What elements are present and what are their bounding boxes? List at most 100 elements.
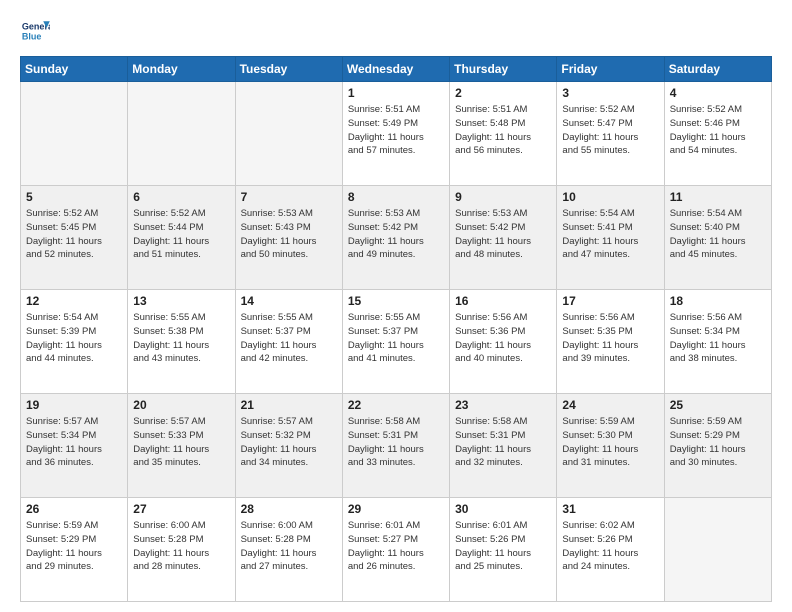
weekday-header-sunday: Sunday xyxy=(21,57,128,82)
day-info: Sunrise: 5:54 AM Sunset: 5:40 PM Dayligh… xyxy=(670,207,766,262)
weekday-header-thursday: Thursday xyxy=(450,57,557,82)
day-number: 27 xyxy=(133,502,229,516)
day-cell: 21Sunrise: 5:57 AM Sunset: 5:32 PM Dayli… xyxy=(235,394,342,498)
day-cell: 30 Sunrise: 6:01 AM Sunset: 5:26 PM Dayli… xyxy=(450,498,557,602)
day-info: Sunrise: 5:53 AM Sunset: 5:42 PM Dayligh… xyxy=(348,207,444,262)
day-cell: 16 Sunrise: 5:56 AM Sunset: 5:36 PM Dayli… xyxy=(450,290,557,394)
day-info: Sunrise: 5:58 AM Sunset: 5:31 PM Dayligh… xyxy=(348,415,444,470)
day-info: Sunrise: 5:56 AM Sunset: 5:36 PM Dayligh… xyxy=(455,311,551,366)
day-number: 8 xyxy=(348,190,444,204)
calendar: SundayMondayTuesdayWednesdayThursdayFrid… xyxy=(20,56,772,602)
day-info: Sunrise: 5:55 AM Sunset: 5:37 PM Dayligh… xyxy=(241,311,337,366)
day-info: Sunrise: 5:52 AM Sunset: 5:46 PM Dayligh… xyxy=(670,103,766,158)
day-info: Sunrise: 5:52 AM Sunset: 5:47 PM Dayligh… xyxy=(562,103,658,158)
day-info: Sunrise: 5:57 AM Sunset: 5:33 PM Dayligh… xyxy=(133,415,229,470)
day-info: Sunrise: 5:59 AM Sunset: 5:30 PM Dayligh… xyxy=(562,415,658,470)
day-cell: 5 Sunrise: 5:52 AM Sunset: 5:45 PM Daylig… xyxy=(21,186,128,290)
week-row-2: 12 Sunrise: 5:54 AM Sunset: 5:39 PM Dayli… xyxy=(21,290,772,394)
day-number: 6 xyxy=(133,190,229,204)
day-cell: 11 Sunrise: 5:54 AM Sunset: 5:40 PM Dayli… xyxy=(664,186,771,290)
day-cell: 17 Sunrise: 5:56 AM Sunset: 5:35 PM Dayli… xyxy=(557,290,664,394)
day-number: 13 xyxy=(133,294,229,308)
day-info: Sunrise: 5:58 AM Sunset: 5:31 PM Dayligh… xyxy=(455,415,551,470)
day-info: Sunrise: 5:56 AM Sunset: 5:35 PM Dayligh… xyxy=(562,311,658,366)
day-cell xyxy=(664,498,771,602)
day-cell: 31 Sunrise: 6:02 AM Sunset: 5:26 PM Dayli… xyxy=(557,498,664,602)
day-info: Sunrise: 5:54 AM Sunset: 5:39 PM Dayligh… xyxy=(26,311,122,366)
day-cell: 9 Sunrise: 5:53 AM Sunset: 5:42 PM Daylig… xyxy=(450,186,557,290)
day-cell xyxy=(21,82,128,186)
day-cell xyxy=(128,82,235,186)
day-number: 16 xyxy=(455,294,551,308)
day-number: 7 xyxy=(241,190,337,204)
day-info: Sunrise: 6:00 AM Sunset: 5:28 PM Dayligh… xyxy=(133,519,229,574)
day-cell: 10Sunrise: 5:54 AM Sunset: 5:41 PM Dayli… xyxy=(557,186,664,290)
day-cell xyxy=(235,82,342,186)
day-info: Sunrise: 5:59 AM Sunset: 5:29 PM Dayligh… xyxy=(670,415,766,470)
day-info: Sunrise: 5:52 AM Sunset: 5:44 PM Dayligh… xyxy=(133,207,229,262)
day-info: Sunrise: 6:00 AM Sunset: 5:28 PM Dayligh… xyxy=(241,519,337,574)
weekday-header-wednesday: Wednesday xyxy=(342,57,449,82)
day-info: Sunrise: 5:51 AM Sunset: 5:49 PM Dayligh… xyxy=(348,103,444,158)
day-info: Sunrise: 5:52 AM Sunset: 5:45 PM Dayligh… xyxy=(26,207,122,262)
day-cell: 8 Sunrise: 5:53 AM Sunset: 5:42 PM Daylig… xyxy=(342,186,449,290)
day-number: 3 xyxy=(562,86,658,100)
day-cell: 20 Sunrise: 5:57 AM Sunset: 5:33 PM Dayli… xyxy=(128,394,235,498)
day-number: 17 xyxy=(562,294,658,308)
day-info: Sunrise: 5:56 AM Sunset: 5:34 PM Dayligh… xyxy=(670,311,766,366)
logo: General Blue xyxy=(20,18,50,46)
weekday-header-monday: Monday xyxy=(128,57,235,82)
day-cell: 29 Sunrise: 6:01 AM Sunset: 5:27 PM Dayli… xyxy=(342,498,449,602)
day-info: Sunrise: 5:53 AM Sunset: 5:43 PM Dayligh… xyxy=(241,207,337,262)
weekday-header-saturday: Saturday xyxy=(664,57,771,82)
week-row-1: 5 Sunrise: 5:52 AM Sunset: 5:45 PM Daylig… xyxy=(21,186,772,290)
day-cell: 3 Sunrise: 5:52 AM Sunset: 5:47 PM Daylig… xyxy=(557,82,664,186)
day-info: Sunrise: 5:57 AM Sunset: 5:32 PM Dayligh… xyxy=(241,415,337,470)
day-number: 28 xyxy=(241,502,337,516)
page: General Blue SundayMondayTuesdayWednesda… xyxy=(0,0,792,612)
day-cell: 1 Sunrise: 5:51 AM Sunset: 5:49 PM Daylig… xyxy=(342,82,449,186)
day-number: 12 xyxy=(26,294,122,308)
day-cell: 14 Sunrise: 5:55 AM Sunset: 5:37 PM Dayli… xyxy=(235,290,342,394)
day-number: 30 xyxy=(455,502,551,516)
day-number: 11 xyxy=(670,190,766,204)
day-number: 10 xyxy=(562,190,658,204)
day-info: Sunrise: 5:55 AM Sunset: 5:37 PM Dayligh… xyxy=(348,311,444,366)
day-info: Sunrise: 6:01 AM Sunset: 5:26 PM Dayligh… xyxy=(455,519,551,574)
day-cell: 13 Sunrise: 5:55 AM Sunset: 5:38 PM Dayli… xyxy=(128,290,235,394)
day-info: Sunrise: 5:57 AM Sunset: 5:34 PM Dayligh… xyxy=(26,415,122,470)
weekday-header-row: SundayMondayTuesdayWednesdayThursdayFrid… xyxy=(21,57,772,82)
week-row-4: 26Sunrise: 5:59 AM Sunset: 5:29 PM Dayli… xyxy=(21,498,772,602)
day-cell: 4Sunrise: 5:52 AM Sunset: 5:46 PM Daylig… xyxy=(664,82,771,186)
day-number: 14 xyxy=(241,294,337,308)
week-row-0: 1 Sunrise: 5:51 AM Sunset: 5:49 PM Daylig… xyxy=(21,82,772,186)
day-number: 9 xyxy=(455,190,551,204)
day-number: 2 xyxy=(455,86,551,100)
day-cell: 19 Sunrise: 5:57 AM Sunset: 5:34 PM Dayli… xyxy=(21,394,128,498)
day-number: 5 xyxy=(26,190,122,204)
day-number: 20 xyxy=(133,398,229,412)
day-cell: 15 Sunrise: 5:55 AM Sunset: 5:37 PM Dayli… xyxy=(342,290,449,394)
day-number: 26 xyxy=(26,502,122,516)
day-info: Sunrise: 6:01 AM Sunset: 5:27 PM Dayligh… xyxy=(348,519,444,574)
day-number: 1 xyxy=(348,86,444,100)
weekday-header-tuesday: Tuesday xyxy=(235,57,342,82)
day-number: 15 xyxy=(348,294,444,308)
day-number: 31 xyxy=(562,502,658,516)
day-number: 23 xyxy=(455,398,551,412)
day-number: 19 xyxy=(26,398,122,412)
day-info: Sunrise: 5:55 AM Sunset: 5:38 PM Dayligh… xyxy=(133,311,229,366)
day-cell: 24 Sunrise: 5:59 AM Sunset: 5:30 PM Dayli… xyxy=(557,394,664,498)
day-number: 18 xyxy=(670,294,766,308)
day-number: 22 xyxy=(348,398,444,412)
day-info: Sunrise: 5:53 AM Sunset: 5:42 PM Dayligh… xyxy=(455,207,551,262)
svg-text:Blue: Blue xyxy=(22,31,42,41)
day-cell: 23 Sunrise: 5:58 AM Sunset: 5:31 PM Dayli… xyxy=(450,394,557,498)
day-info: Sunrise: 5:51 AM Sunset: 5:48 PM Dayligh… xyxy=(455,103,551,158)
day-number: 24 xyxy=(562,398,658,412)
day-cell: 7 Sunrise: 5:53 AM Sunset: 5:43 PM Daylig… xyxy=(235,186,342,290)
day-number: 29 xyxy=(348,502,444,516)
header: General Blue xyxy=(20,18,772,46)
day-cell: 6 Sunrise: 5:52 AM Sunset: 5:44 PM Daylig… xyxy=(128,186,235,290)
day-info: Sunrise: 6:02 AM Sunset: 5:26 PM Dayligh… xyxy=(562,519,658,574)
